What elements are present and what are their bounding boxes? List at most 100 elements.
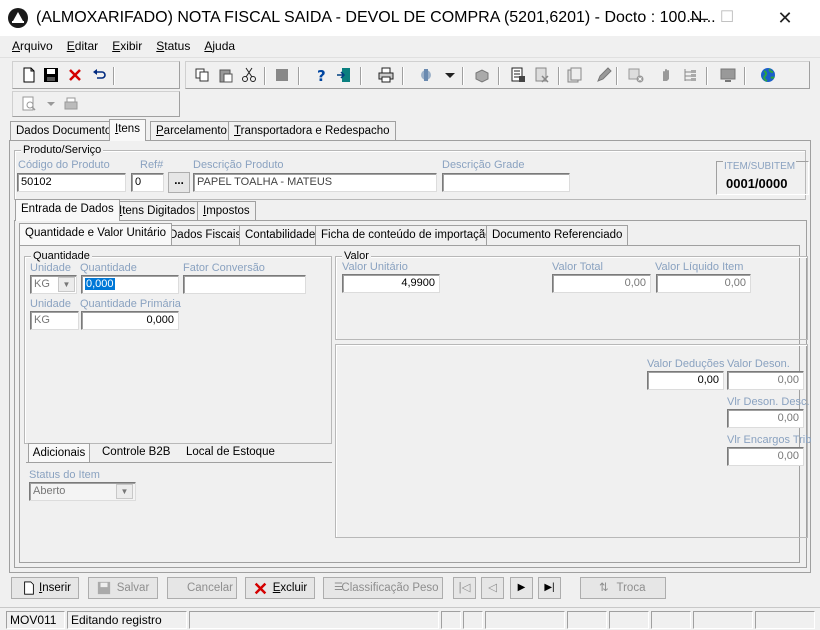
item-subitem-box: ITEM/SUBITEM 0001/0000 [716,161,809,195]
print-preview-icon[interactable] [21,96,37,112]
troca-button[interactable]: ⇅ Troca [580,577,666,599]
entrada-de-dados-pane: Quantidade e Valor Unitário Dados Fiscai… [14,220,811,568]
monitor-icon[interactable] [720,67,736,83]
edit-pencil-icon[interactable] [596,67,612,83]
tab-adicionais[interactable]: Adicionais [28,443,90,463]
tab-controle-b2b[interactable]: Controle B2B [102,446,170,458]
unidade-label: Unidade [30,262,71,274]
hand-icon[interactable] [658,67,674,83]
tab-dados-fiscais[interactable]: Dados Fiscais [163,225,248,245]
print-icon[interactable] [378,67,394,83]
close-window-button[interactable]: ✕ [756,0,814,36]
dropdown-arrow-icon[interactable] [43,96,59,112]
menu-status[interactable]: Status [150,36,195,53]
status-item-dropdown-icon[interactable]: ▼ [116,484,133,499]
codigo-produto-input[interactable]: 50102 [17,173,126,192]
remove-item-icon[interactable] [628,67,644,83]
toolbar-separator [558,67,560,85]
undo-icon[interactable] [91,67,107,83]
tab-transportadora[interactable]: Transportadora e Redespacho [228,121,396,141]
tab-itens-digitados[interactable]: Itens Digitados [113,201,202,221]
tab-local-estoque[interactable]: Local de Estoque [186,446,275,458]
toolbar-separator [113,67,115,85]
copy-icon[interactable] [194,67,210,83]
maximize-button[interactable]: ☐ [698,0,756,36]
status-module: MOV011 [6,611,65,629]
new-document-icon [24,581,34,595]
tree-list-icon[interactable] [682,67,698,83]
unidade2-label: Unidade [30,298,71,310]
stop-square-icon[interactable] [274,67,290,83]
quantidade-input[interactable]: 0,000 [81,275,179,294]
excluir-button[interactable]: Excluir [245,577,315,599]
help-question-icon[interactable]: ? [314,67,330,83]
descricao-produto-label: Descrição Produto [193,159,284,171]
fator-conversao-label: Fator Conversão [183,262,265,274]
descricao-produto-field: PAPEL TOALHA - MATEUS [193,173,437,192]
menu-arquivo[interactable]: Arquivo [6,36,58,53]
quantidade-group-label: Quantidade [31,250,92,262]
inserir-button[interactable]: Inserir [11,577,79,599]
quantidade-primaria-input[interactable]: 0,000 [81,311,179,330]
unidade-dropdown-icon[interactable]: ▼ [58,277,75,292]
next-record-button[interactable]: ▶ [510,577,533,599]
valor-unitario-input[interactable]: 4,9900 [342,274,440,293]
delete-x-icon[interactable] [67,67,83,83]
salvar-button[interactable]: Salvar [88,577,158,599]
tab-itens[interactable]: Itens [109,119,146,141]
document-list-icon[interactable] [566,67,582,83]
last-record-button[interactable]: ▶| [538,577,561,599]
svg-text:?: ? [317,67,326,83]
status-cell-empty [485,611,565,629]
cut-scissors-icon[interactable] [241,67,257,83]
new-document-icon[interactable] [21,67,37,83]
vlr-deson-desc-field: 0,00 [727,409,804,428]
tab-impostos[interactable]: Impostos [197,201,256,221]
valor-total-field: 0,00 [552,274,651,293]
toolbar-separator [360,67,362,85]
vlr-deson-desc-label: Vlr Deson. Desc. [727,396,810,408]
menu-ajuda[interactable]: Ajuda [198,36,240,53]
ref-input[interactable]: 0 [131,173,164,192]
valor-deson-field: 0,00 [727,371,804,390]
vlr-encargos-field: 0,00 [727,447,804,466]
save-disk-icon[interactable] [43,67,59,83]
produto-group-label: Produto/Serviço [21,144,104,156]
globe-icon[interactable] [760,67,776,83]
tools-icon[interactable] [418,67,434,83]
tab-parcelamento[interactable]: Parcelamento [150,121,233,141]
dropdown-arrow-icon[interactable] [442,67,458,83]
status-cell-empty [189,611,439,629]
valor-deducoes-label: Valor Deduções [647,358,725,370]
tab-contabilidade[interactable]: Contabilidade [239,225,322,245]
browse-product-button[interactable]: ... [168,172,190,193]
status-cell-empty [441,611,461,629]
tab-documento-referenciado[interactable]: Documento Referenciado [486,225,629,245]
cancelar-button[interactable]: Cancelar [167,577,237,599]
tab-ficha-importacao[interactable]: Ficha de conteúdo de importação [315,225,498,245]
toolbar-separator [498,67,500,85]
classificacao-peso-button[interactable]: ☰ Classificação Peso [323,577,443,599]
fator-conversao-input[interactable] [183,275,306,294]
codigo-produto-label: Código do Produto [18,159,110,171]
document-grid-icon[interactable] [510,67,526,83]
first-record-button[interactable]: |◁ [453,577,476,599]
toolbar-panel-2: ? [185,61,810,89]
quantidade-label: Quantidade [80,262,137,274]
settings-print-icon[interactable] [63,96,79,112]
package-icon[interactable] [474,67,490,83]
document-delete-icon[interactable] [534,67,550,83]
menu-editar[interactable]: Editar [61,36,103,53]
exit-door-icon[interactable] [336,67,352,83]
tab-entrada-de-dados[interactable]: Entrada de Dados [15,199,120,221]
paste-icon[interactable] [218,67,234,83]
status-bar: MOV011 Editando registro [0,607,820,630]
toolbar-separator [264,67,266,85]
tab-dados-documento[interactable]: Dados Documento [10,121,118,141]
previous-record-button[interactable]: ◁ [481,577,504,599]
valor-deducoes-input[interactable]: 0,00 [647,371,724,390]
item-subitem-label: ITEM/SUBITEM [723,161,797,172]
itens-pane: Produto/Serviço Código do Produto 50102 … [9,140,811,573]
tab-quantidade-valor[interactable]: Quantidade e Valor Unitário [19,223,173,245]
menu-exibir[interactable]: Exibir [106,36,147,53]
